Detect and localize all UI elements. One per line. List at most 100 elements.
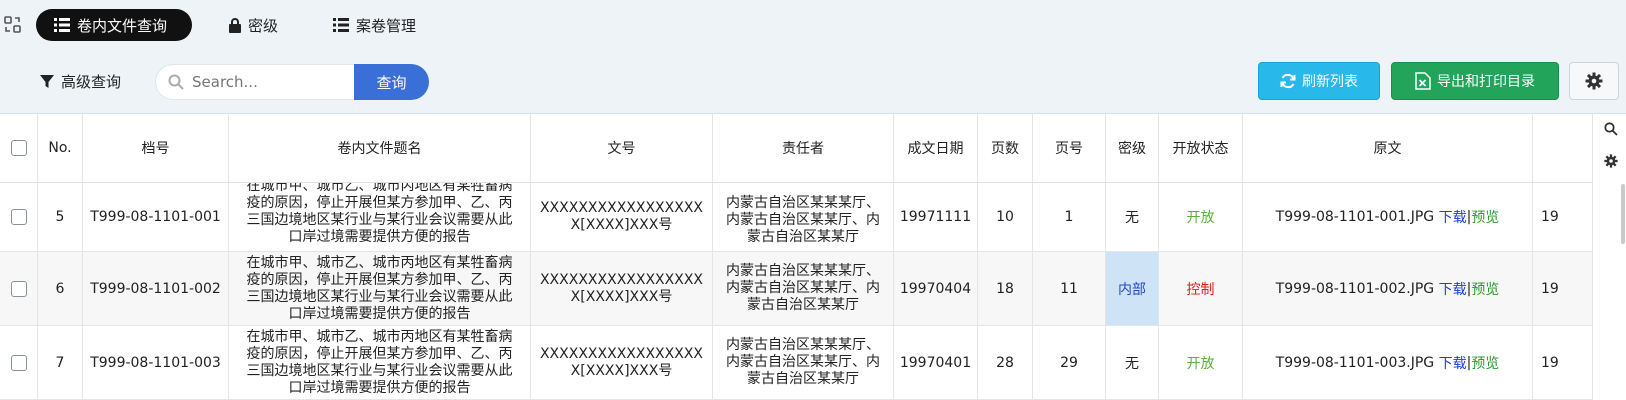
- cell-open-status: 开放: [1159, 326, 1243, 399]
- search-input[interactable]: [192, 73, 342, 91]
- export-label: 导出和打印目录: [1437, 74, 1535, 90]
- header-page-no[interactable]: 页号: [1033, 114, 1106, 182]
- advanced-query-label: 高级查询: [61, 73, 122, 91]
- header-title[interactable]: 卷内文件题名: [229, 114, 531, 182]
- header-responsible[interactable]: 责任者: [713, 114, 894, 182]
- preview-link[interactable]: 预览: [1471, 207, 1499, 227]
- table-row[interactable]: 7 T999-08-1101-003 在城市甲、城市乙、城市丙地区有某牲畜病疫的…: [0, 326, 1592, 400]
- cell-code: T999-08-1101-001: [83, 183, 229, 251]
- top-nav: 卷内文件查询 密级 案卷管理: [0, 0, 1626, 50]
- download-link[interactable]: 下载: [1439, 279, 1467, 299]
- tab-label: 密级: [248, 16, 279, 35]
- search-icon[interactable]: [1604, 122, 1618, 136]
- header-secret-level[interactable]: 密级: [1106, 114, 1159, 182]
- cell-extra: 19: [1541, 280, 1559, 297]
- cell-date: 19971111: [894, 183, 978, 251]
- gear-icon[interactable]: [1604, 154, 1618, 168]
- cell-date: 19970401: [894, 326, 978, 399]
- cell-secret-level: 内部: [1106, 252, 1159, 325]
- header-date[interactable]: 成文日期: [894, 114, 978, 182]
- cell-no: 5: [38, 183, 83, 251]
- cell-title: 在城市甲、城市乙、城市丙地区有某牲畜病疫的原因，停止开展但某方参加甲、乙、丙三国…: [229, 252, 531, 325]
- row-checkbox-cell: [0, 326, 38, 399]
- row-checkbox[interactable]: [10, 354, 27, 371]
- row-checkbox[interactable]: [10, 209, 27, 225]
- cell-page-no: 1: [1033, 183, 1106, 251]
- tab-archive-management[interactable]: 案卷管理: [333, 9, 416, 41]
- tab-label: 案卷管理: [356, 16, 417, 35]
- cell-open-status: 控制: [1159, 252, 1243, 325]
- header-code[interactable]: 档号: [83, 114, 229, 182]
- filter-icon: [40, 74, 54, 88]
- cell-responsible: 内蒙古自治区某某某厅、内蒙古自治区某某厅、内蒙古自治区某某厅: [713, 252, 894, 325]
- list-icon: [333, 18, 349, 32]
- cell-page-no: 29: [1033, 326, 1106, 399]
- tab-file-query[interactable]: 卷内文件查询: [36, 9, 192, 41]
- settings-button[interactable]: [1569, 62, 1619, 100]
- download-link[interactable]: 下载: [1439, 353, 1467, 373]
- table-body: 5 T999-08-1101-001 在城市甲、城市乙、城市丙地区有某牲畜病疫的…: [0, 183, 1592, 400]
- tab-label: 卷内文件查询: [77, 16, 168, 35]
- search-button[interactable]: 查询: [354, 64, 429, 100]
- cell-wenhao: XXXXXXXXXXXXXXXXXX[XXXX]XXX号: [531, 326, 713, 399]
- cell-title: 在城市甲、城市乙、城市丙地区有某牲畜病疫的原因，停止开展但某方参加甲、乙、丙三国…: [229, 183, 531, 251]
- header-no[interactable]: No.: [38, 114, 83, 182]
- cell-no: 7: [38, 326, 83, 399]
- row-checkbox[interactable]: [10, 280, 27, 297]
- file-table: No. 档号 卷内文件题名 文号 责任者 成文日期 页数 页号 密级 开放状态 …: [0, 113, 1626, 400]
- cell-responsible: 内蒙古自治区某某某厅、内蒙古自治区某某厅、内蒙古自治区某某厅: [713, 326, 894, 399]
- list-icon: [54, 18, 70, 32]
- row-checkbox-cell: [0, 252, 38, 325]
- cell-code: T999-08-1101-002: [83, 252, 229, 325]
- table-row[interactable]: 5 T999-08-1101-001 在城市甲、城市乙、城市丙地区有某牲畜病疫的…: [0, 183, 1592, 252]
- cell-title: 在城市甲、城市乙、城市丙地区有某牲畜病疫的原因，停止开展但某方参加甲、乙、丙三国…: [229, 326, 531, 399]
- cell-date: 19970404: [894, 252, 978, 325]
- cell-code: T999-08-1101-003: [83, 326, 229, 399]
- advanced-query-button[interactable]: 高级查询: [40, 71, 121, 92]
- cell-open-status: 开放: [1159, 183, 1243, 251]
- header-original[interactable]: 原文: [1243, 114, 1533, 182]
- cell-page-no: 11: [1033, 252, 1106, 325]
- cell-extra: 19: [1541, 209, 1559, 225]
- vertical-scrollbar[interactable]: [1621, 184, 1625, 244]
- cell-extra: 19: [1541, 354, 1559, 371]
- refresh-list-button[interactable]: 刷新列表: [1258, 62, 1380, 100]
- download-link[interactable]: 下载: [1439, 207, 1467, 227]
- export-print-button[interactable]: 导出和打印目录: [1391, 62, 1559, 100]
- cell-pages: 28: [978, 326, 1033, 399]
- header-select-all: [0, 114, 38, 182]
- gear-icon: [1585, 72, 1603, 90]
- header-pages[interactable]: 页数: [978, 114, 1033, 182]
- table-side-tools: [1592, 114, 1626, 400]
- cell-wenhao: XXXXXXXXXXXXXXXXXX[XXXX]XXX号: [531, 183, 713, 251]
- grid-switch-icon[interactable]: [3, 15, 23, 35]
- tab-secret-level[interactable]: 密级: [229, 9, 278, 41]
- header-wenhao[interactable]: 文号: [531, 114, 713, 182]
- search-box: [155, 64, 355, 100]
- preview-link[interactable]: 预览: [1471, 353, 1499, 373]
- search-icon: [168, 74, 184, 90]
- cell-responsible: 内蒙古自治区某某某厅、内蒙古自治区某某厅、内蒙古自治区某某厅: [713, 183, 894, 251]
- lock-icon: [229, 17, 241, 33]
- file-name: T999-08-1101-003.JPG: [1275, 354, 1435, 371]
- cell-secret-level: 无: [1106, 183, 1159, 251]
- header-open-status[interactable]: 开放状态: [1159, 114, 1243, 182]
- row-checkbox-cell: [0, 183, 38, 251]
- excel-icon: [1415, 72, 1431, 90]
- select-all-checkbox[interactable]: [10, 140, 27, 156]
- file-name: T999-08-1101-002.JPG: [1275, 280, 1435, 297]
- refresh-label: 刷新列表: [1302, 74, 1358, 90]
- cell-secret-level: 无: [1106, 326, 1159, 399]
- file-name: T999-08-1101-001.JPG: [1275, 209, 1435, 225]
- cell-original: T999-08-1101-002.JPG 下载 | 预览: [1243, 252, 1533, 325]
- preview-link[interactable]: 预览: [1471, 279, 1499, 299]
- refresh-icon: [1280, 73, 1296, 89]
- cell-pages: 10: [978, 183, 1033, 251]
- cell-pages: 18: [978, 252, 1033, 325]
- cell-wenhao: XXXXXXXXXXXXXXXXXX[XXXX]XXX号: [531, 252, 713, 325]
- cell-original: T999-08-1101-003.JPG 下载 | 预览: [1243, 326, 1533, 399]
- cell-original: T999-08-1101-001.JPG 下载 | 预览: [1243, 183, 1533, 251]
- table-row[interactable]: 6 T999-08-1101-002 在城市甲、城市乙、城市丙地区有某牲畜病疫的…: [0, 252, 1592, 326]
- cell-no: 6: [38, 252, 83, 325]
- table-header: No. 档号 卷内文件题名 文号 责任者 成文日期 页数 页号 密级 开放状态 …: [0, 114, 1592, 183]
